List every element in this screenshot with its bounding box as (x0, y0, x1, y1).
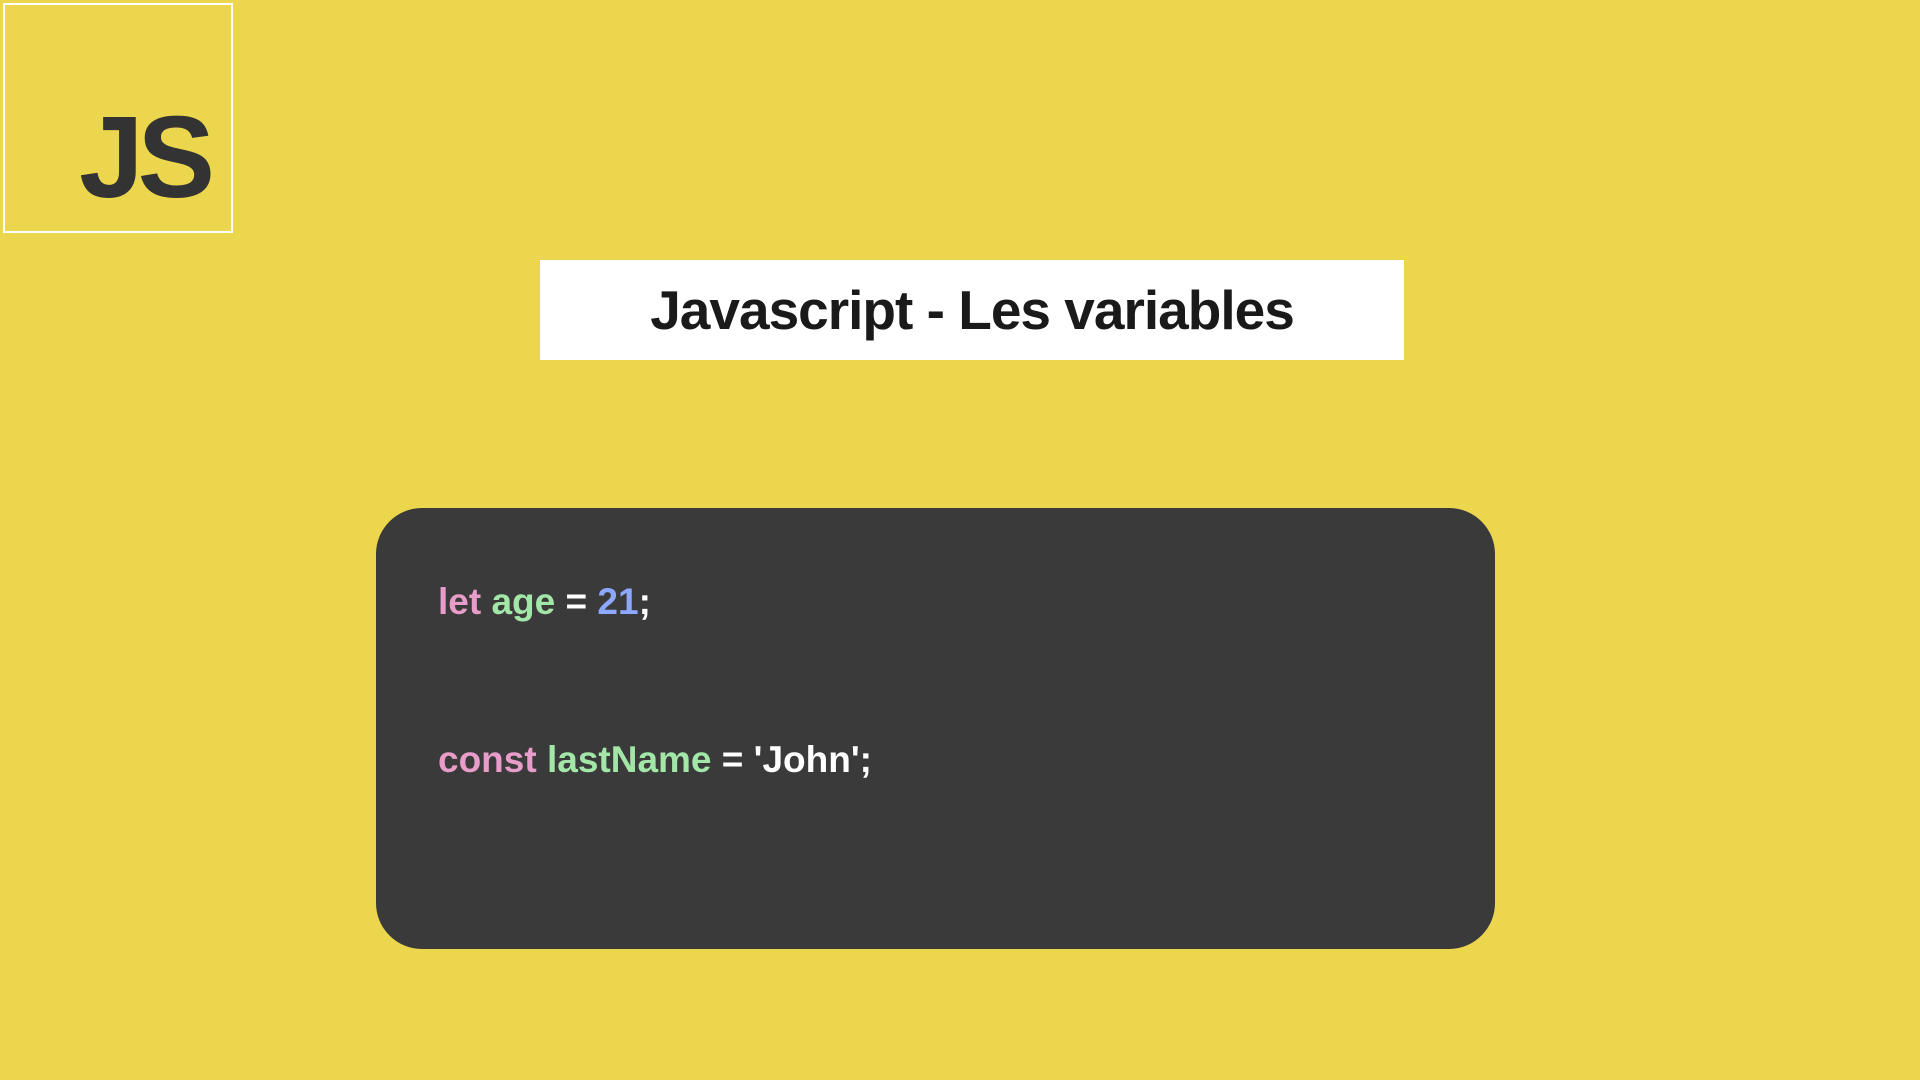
code-line-2: const lastName = 'John'; (438, 736, 1433, 784)
js-logo-text: JS (79, 99, 209, 215)
code-string: 'John' (754, 739, 860, 780)
code-operator: = (566, 581, 598, 622)
code-keyword: let (438, 581, 491, 622)
code-block: let age = 21; const lastName = 'John'; (376, 508, 1495, 949)
code-identifier: lastName (547, 739, 722, 780)
code-identifier: age (491, 581, 565, 622)
code-operator: = (722, 739, 754, 780)
slide-title-box: Javascript - Les variables (540, 260, 1404, 360)
code-punct: ; (639, 581, 651, 622)
code-punct: ; (860, 739, 872, 780)
slide-title: Javascript - Les variables (650, 278, 1294, 342)
code-line-1: let age = 21; (438, 578, 1433, 626)
code-number: 21 (597, 581, 638, 622)
code-keyword: const (438, 739, 547, 780)
js-logo-box: JS (3, 3, 233, 233)
